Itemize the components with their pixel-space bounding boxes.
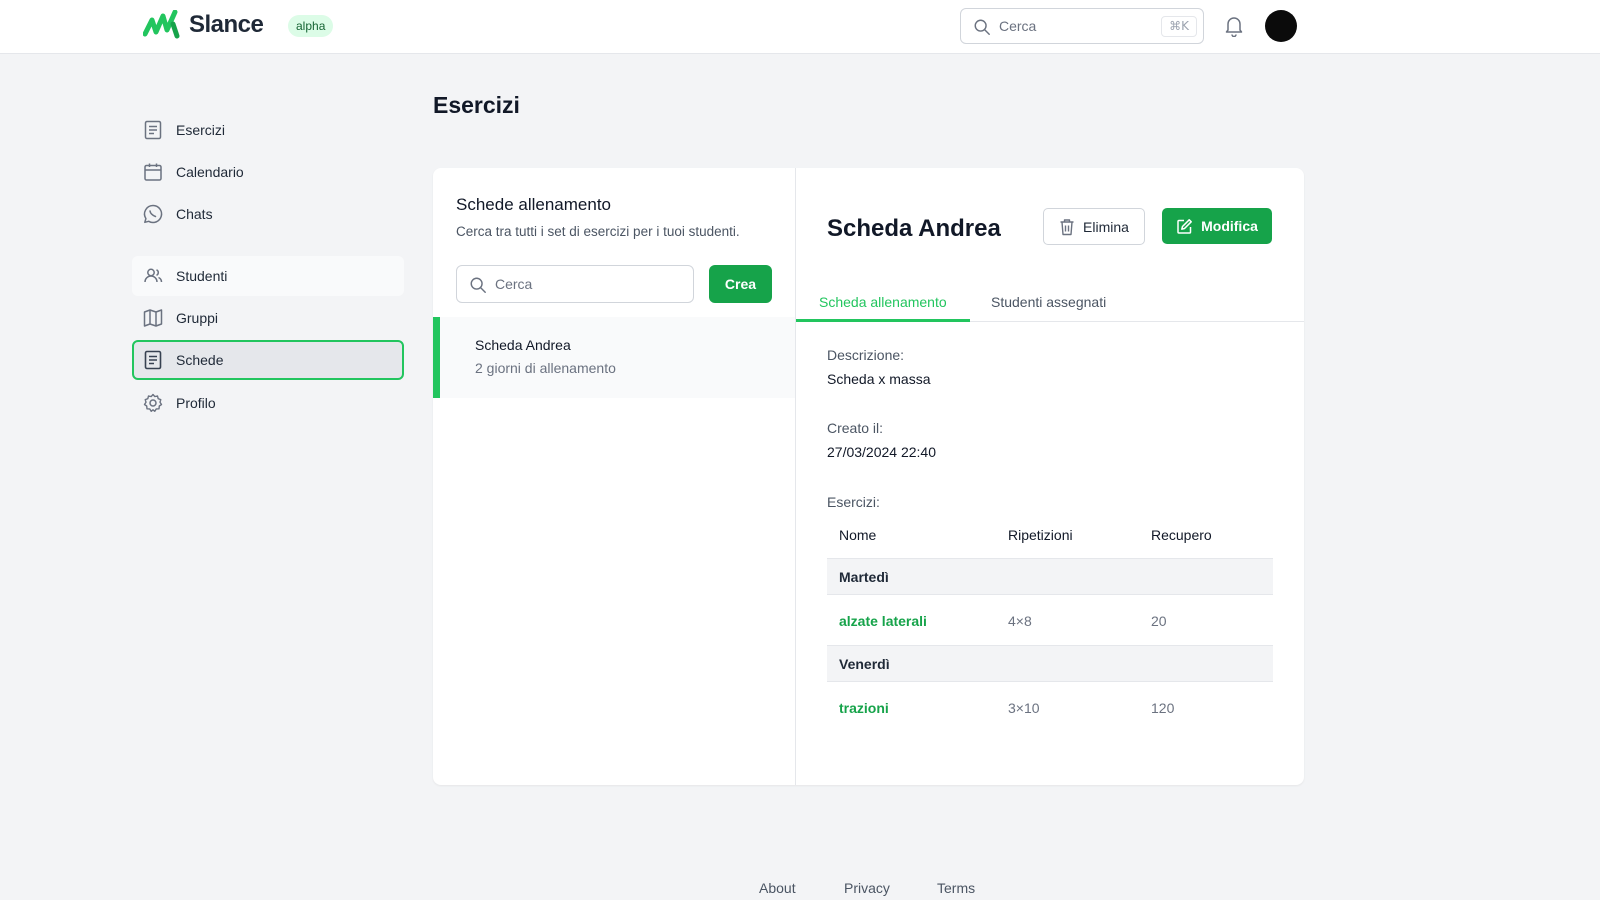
detail-title: Scheda Andrea [827,215,1001,242]
sidebar-item-profilo[interactable]: Profilo [132,383,404,423]
day-label: Martedì [839,569,889,585]
sidebar-item-label: Esercizi [176,122,226,138]
trash-icon [1060,218,1074,235]
footer-link-terms[interactable]: Terms [937,880,975,896]
exercises-table: Nome Ripetizioni Recupero Martedì alzate… [827,517,1273,733]
logo[interactable]: Slance [143,10,264,40]
table-row: trazioni 3×10 120 [827,682,1273,733]
calendar-icon [144,163,162,181]
global-search-input[interactable]: Cerca ⌘K [960,8,1204,44]
list-item[interactable]: Scheda Andrea 2 giorni di allenamento [433,317,795,398]
document-icon [144,350,162,370]
map-icon [143,309,163,327]
delete-label: Elimina [1083,218,1129,235]
list-search-input[interactable]: Cerca [456,265,694,303]
rest-cell: 20 [1151,613,1167,629]
schede-card: Schede allenamento Cerca tra tutti i set… [433,168,1304,785]
created-label: Creato il: [827,420,884,436]
gear-icon [143,393,163,412]
tab-studenti-assegnati[interactable]: Studenti assegnati [991,294,1106,310]
search-icon [973,18,991,36]
top-bar: Slance alpha Cerca ⌘K [0,0,1600,54]
sidebar-item-label: Chats [176,206,213,222]
sidebar-item-label: Profilo [176,395,216,411]
sidebar-item-label: Calendario [176,164,244,180]
document-icon [144,120,162,140]
sidebar-item-label: Gruppi [176,310,219,326]
whatsapp-icon [143,204,163,224]
sidebar-item-chats[interactable]: Chats [132,194,404,234]
panel-divider [795,168,796,785]
footer-link-privacy[interactable]: Privacy [844,880,890,896]
reps-cell: 3×10 [1008,700,1040,716]
rest-cell: 120 [1151,700,1175,716]
create-button[interactable]: Crea [709,265,772,303]
column-header-ripetizioni: Ripetizioni [1008,527,1073,543]
delete-button[interactable]: Elimina [1043,208,1145,245]
column-header-recupero: Recupero [1151,527,1212,543]
sidebar-item-esercizi[interactable]: Esercizi [132,110,404,150]
sidebar-item-studenti[interactable]: Studenti [132,256,404,296]
list-item-title: Scheda Andrea [475,337,571,353]
alpha-badge: alpha [288,15,334,37]
search-placeholder: Cerca [495,276,533,292]
sidebar-item-calendario[interactable]: Calendario [132,152,404,192]
page-title: Esercizi [433,92,520,118]
footer-link-about[interactable]: About [759,880,796,896]
description-label: Descrizione: [827,347,905,363]
reps-cell: 4×8 [1008,613,1032,629]
day-label: Venerdì [839,656,890,672]
sidebar-item-label: Studenti [176,268,228,284]
users-icon [144,268,163,283]
slance-logo-icon [143,10,180,39]
exercises-label: Esercizi: [827,494,880,510]
sidebar-item-gruppi[interactable]: Gruppi [132,298,404,338]
table-header: Nome Ripetizioni Recupero [827,517,1273,559]
created-value: 27/03/2024 22:40 [827,444,936,460]
search-icon [469,276,487,294]
active-tab-indicator [796,319,970,322]
column-header-nome: Nome [839,527,877,543]
list-item-subtitle: 2 giorni di allenamento [475,360,616,376]
exercise-link[interactable]: trazioni [839,700,889,716]
shortcut-hint: ⌘K [1161,16,1197,37]
edit-icon [1177,218,1193,234]
sidebar-item-label: Schede [176,352,224,368]
day-group-row: Martedì [827,559,1273,595]
selected-indicator [433,317,440,398]
search-placeholder: Cerca [999,18,1037,34]
edit-label: Modifica [1201,218,1258,234]
sidebar-item-schede[interactable]: Schede [132,340,404,380]
tab-scheda-allenamento[interactable]: Scheda allenamento [819,294,947,310]
notifications-bell-icon[interactable] [1224,15,1244,37]
user-avatar[interactable] [1265,10,1297,42]
brand-name: Slance [189,11,264,38]
description-value: Scheda x massa [827,371,931,387]
list-title: Schede allenamento [456,195,612,214]
exercise-link[interactable]: alzate laterali [839,613,927,629]
day-group-row: Venerdì [827,646,1273,682]
table-row: alzate laterali 4×8 20 [827,595,1273,646]
edit-button[interactable]: Modifica [1162,208,1272,244]
list-subtitle: Cerca tra tutti i set di esercizi per i … [456,224,740,239]
